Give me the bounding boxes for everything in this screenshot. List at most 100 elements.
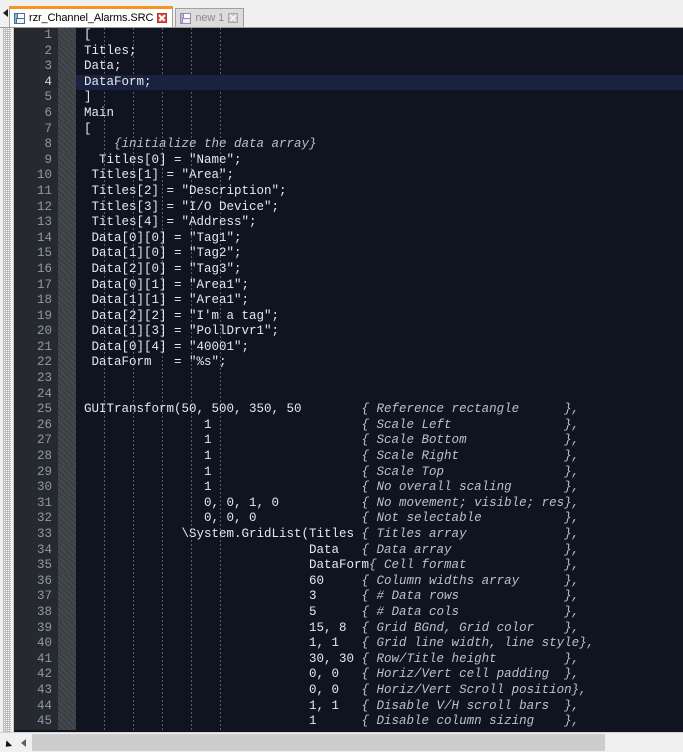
code-line[interactable]: 32 0, 0, 0 { Not selectable }, xyxy=(14,511,683,527)
fold-margin[interactable] xyxy=(58,543,76,559)
code-line[interactable]: 36 60 { Column widths array }, xyxy=(14,574,683,590)
fold-margin[interactable] xyxy=(58,636,76,652)
fold-margin[interactable] xyxy=(58,667,76,683)
code-text-area[interactable]: 1[2Titles;3Data;4DataForm;5]6Main7[8 {in… xyxy=(14,28,683,732)
code-line[interactable]: 22 DataForm = "%s"; xyxy=(14,355,683,371)
fold-margin[interactable] xyxy=(58,480,76,496)
fold-margin[interactable] xyxy=(58,496,76,512)
code-line[interactable]: 16 Data[2][0] = "Tag3"; xyxy=(14,262,683,278)
fold-margin[interactable] xyxy=(58,324,76,340)
fold-margin[interactable] xyxy=(58,621,76,637)
fold-margin[interactable] xyxy=(58,59,76,75)
code-line[interactable]: 39 15, 8 { Grid BGnd, Grid color }, xyxy=(14,621,683,637)
code-line[interactable]: 4DataForm; xyxy=(14,75,683,91)
fold-margin[interactable] xyxy=(58,122,76,138)
fold-margin[interactable] xyxy=(58,309,76,325)
scroll-track[interactable] xyxy=(32,734,683,751)
code-line[interactable]: 23 xyxy=(14,371,683,387)
code-line[interactable]: 20 Data[1][3] = "PollDrvr1"; xyxy=(14,324,683,340)
code-line[interactable]: 15 Data[1][0] = "Tag2"; xyxy=(14,246,683,262)
close-x-icon[interactable] xyxy=(228,13,238,23)
fold-margin[interactable] xyxy=(58,44,76,60)
fold-margin[interactable] xyxy=(58,137,76,153)
code-line[interactable]: 38 5 { # Data cols }, xyxy=(14,605,683,621)
code-line[interactable]: 12 Titles[3] = "I/O Device"; xyxy=(14,200,683,216)
fold-margin[interactable] xyxy=(58,215,76,231)
fold-margin[interactable] xyxy=(58,683,76,699)
code-line[interactable]: 27 1 { Scale Bottom }, xyxy=(14,433,683,449)
code-line[interactable]: 33 \System.GridList(Titles { Titles arra… xyxy=(14,527,683,543)
fold-margin[interactable] xyxy=(58,387,76,403)
fold-margin[interactable] xyxy=(58,714,76,730)
fold-margin[interactable] xyxy=(58,293,76,309)
code-line[interactable]: 26 1 { Scale Left }, xyxy=(14,418,683,434)
code-line[interactable]: 43 0, 0 { Horiz/Vert Scroll position}, xyxy=(14,683,683,699)
tab-new-1[interactable]: new 1 xyxy=(175,8,244,27)
fold-margin[interactable] xyxy=(58,418,76,434)
fold-margin[interactable] xyxy=(58,371,76,387)
code-line[interactable]: 7[ xyxy=(14,122,683,138)
code-line[interactable]: 11 Titles[2] = "Description"; xyxy=(14,184,683,200)
fold-margin[interactable] xyxy=(58,589,76,605)
scroll-thumb[interactable] xyxy=(32,734,605,751)
dock-handle-rail[interactable] xyxy=(0,28,14,732)
fold-margin[interactable] xyxy=(58,246,76,262)
code-line[interactable]: 30 1 { No overall scaling }, xyxy=(14,480,683,496)
fold-margin[interactable] xyxy=(58,340,76,356)
fold-margin[interactable] xyxy=(58,262,76,278)
code-line[interactable]: 29 1 { Scale Top }, xyxy=(14,465,683,481)
tab-rzr-channel-alarms[interactable]: rzr_Channel_Alarms.SRC xyxy=(9,6,173,27)
fold-margin[interactable] xyxy=(58,527,76,543)
code-line[interactable]: 17 Data[0][1] = "Area1"; xyxy=(14,278,683,294)
fold-margin[interactable] xyxy=(58,184,76,200)
code-line[interactable]: 25GUITransform(50, 500, 350, 50 { Refere… xyxy=(14,402,683,418)
code-line[interactable]: 40 1, 1 { Grid line width, line style}, xyxy=(14,636,683,652)
fold-margin[interactable] xyxy=(58,465,76,481)
code-line[interactable]: 2Titles; xyxy=(14,44,683,60)
code-line[interactable]: 34 Data { Data array }, xyxy=(14,543,683,559)
fold-margin[interactable] xyxy=(58,28,76,44)
code-line[interactable]: 6Main xyxy=(14,106,683,122)
fold-margin[interactable] xyxy=(58,231,76,247)
code-line[interactable]: 21 Data[0][4] = "40001"; xyxy=(14,340,683,356)
code-line[interactable]: 13 Titles[4] = "Address"; xyxy=(14,215,683,231)
fold-margin[interactable] xyxy=(58,278,76,294)
fold-margin[interactable] xyxy=(58,511,76,527)
fold-margin[interactable] xyxy=(58,652,76,668)
scroll-left-button[interactable] xyxy=(15,734,32,751)
code-line[interactable]: 45 1 { Disable column sizing }, xyxy=(14,714,683,730)
code-line[interactable]: 10 Titles[1] = "Area"; xyxy=(14,168,683,184)
code-line[interactable]: 24 xyxy=(14,387,683,403)
code-line[interactable]: 14 Data[0][0] = "Tag1"; xyxy=(14,231,683,247)
code-line[interactable]: 37 3 { # Data rows }, xyxy=(14,589,683,605)
fold-margin[interactable] xyxy=(58,200,76,216)
code-line[interactable]: 1[ xyxy=(14,28,683,44)
close-x-icon[interactable] xyxy=(157,13,167,23)
code-line[interactable]: 9 Titles[0] = "Name"; xyxy=(14,153,683,169)
fold-margin[interactable] xyxy=(58,449,76,465)
code-line[interactable]: 42 0, 0 { Horiz/Vert cell padding }, xyxy=(14,667,683,683)
fold-margin[interactable] xyxy=(58,90,76,106)
code-line[interactable]: 44 1, 1 { Disable V/H scroll bars }, xyxy=(14,699,683,715)
code-line[interactable]: 3Data; xyxy=(14,59,683,75)
fold-margin[interactable] xyxy=(58,558,76,574)
code-line[interactable]: 31 0, 0, 1, 0 { No movement; visible; re… xyxy=(14,496,683,512)
fold-margin[interactable] xyxy=(58,153,76,169)
fold-margin[interactable] xyxy=(58,168,76,184)
code-line[interactable]: 41 30, 30 { Row/Title height }, xyxy=(14,652,683,668)
code-line[interactable]: 5] xyxy=(14,90,683,106)
code-line[interactable]: 35 DataForm{ Cell format }, xyxy=(14,558,683,574)
code-line[interactable]: 28 1 { Scale Right }, xyxy=(14,449,683,465)
fold-margin[interactable] xyxy=(58,433,76,449)
code-line[interactable]: 18 Data[1][1] = "Area1"; xyxy=(14,293,683,309)
code-line[interactable]: 8 {initialize the data array} xyxy=(14,137,683,153)
fold-margin[interactable] xyxy=(58,106,76,122)
horizontal-scrollbar[interactable] xyxy=(0,732,683,752)
fold-margin[interactable] xyxy=(58,574,76,590)
fold-margin[interactable] xyxy=(58,355,76,371)
fold-margin[interactable] xyxy=(58,75,76,91)
fold-margin[interactable] xyxy=(58,605,76,621)
code-line[interactable]: 19 Data[2][2] = "I'm a tag"; xyxy=(14,309,683,325)
fold-margin[interactable] xyxy=(58,402,76,418)
fold-margin[interactable] xyxy=(58,699,76,715)
